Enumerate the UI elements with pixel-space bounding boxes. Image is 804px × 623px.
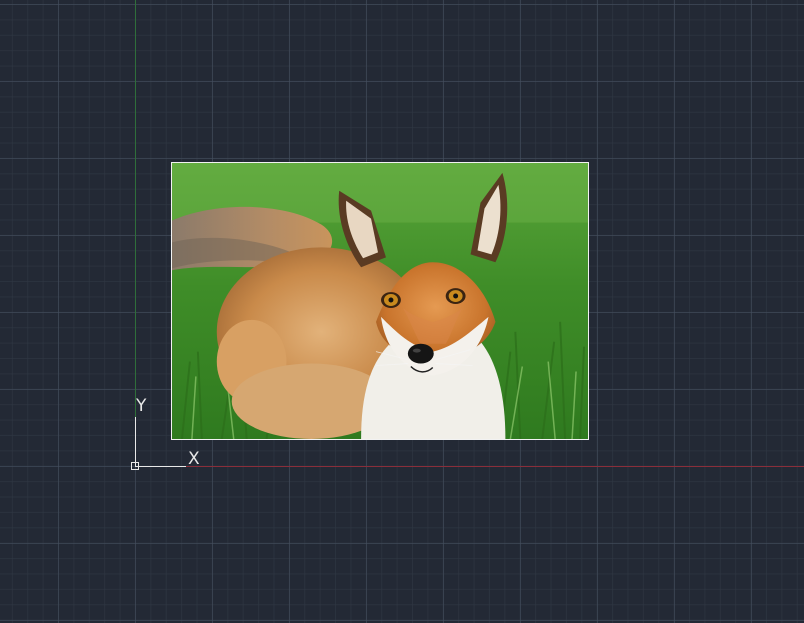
ucs-y-axis-line: [135, 417, 136, 467]
fox-photo: [172, 163, 588, 439]
world-x-axis-line: [136, 466, 804, 467]
raster-image[interactable]: [171, 162, 589, 440]
drawing-canvas[interactable]: X Y: [0, 0, 804, 623]
ucs-origin-marker[interactable]: [131, 462, 139, 470]
ucs-x-axis-line: [136, 466, 186, 467]
ucs-x-label: X: [188, 449, 200, 469]
ucs-y-label: Y: [136, 396, 147, 416]
